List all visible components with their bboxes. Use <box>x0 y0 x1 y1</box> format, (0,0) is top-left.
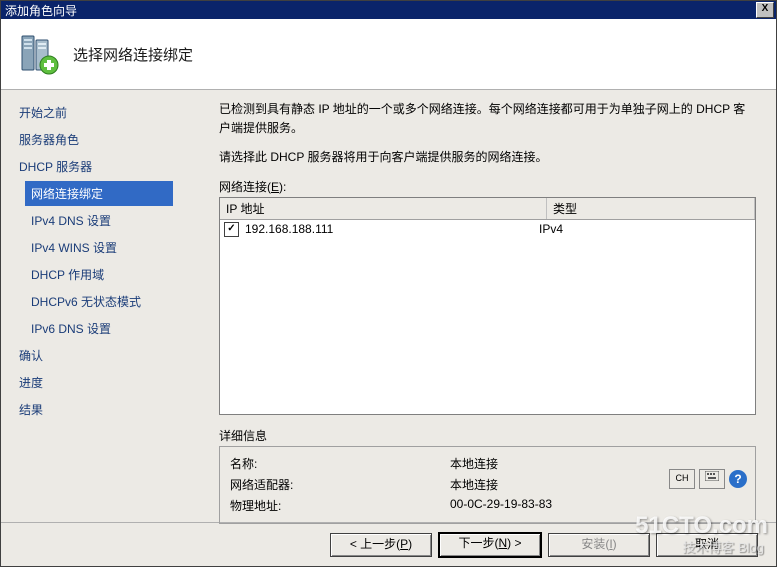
page-title: 选择网络连接绑定 <box>73 44 193 65</box>
details-key: 名称: <box>230 455 450 472</box>
details-row: 网络适配器:本地连接 <box>230 476 745 493</box>
wizard-footer: < 上一步(P) 下一步(N) > 安装(I) 取消 <box>1 522 776 567</box>
ime-keyboard-icon[interactable] <box>699 469 725 489</box>
sidebar-step[interactable]: IPv6 DNS 设置 <box>25 316 173 341</box>
cancel-button[interactable]: 取消 <box>656 533 758 557</box>
details-row: 名称:本地连接 <box>230 455 745 472</box>
steps-sidebar: 开始之前服务器角色DHCP 服务器网络连接绑定IPv4 DNS 设置IPv4 W… <box>1 90 189 522</box>
sidebar-step[interactable]: 确认 <box>13 343 173 368</box>
ime-language-button[interactable]: CH <box>669 469 695 489</box>
wizard-header: 选择网络连接绑定 <box>1 19 776 90</box>
column-ip[interactable]: IP 地址 <box>220 198 547 219</box>
description-1: 已检测到具有静态 IP 地址的一个或多个网络连接。每个网络连接都可用于为单独子网… <box>219 100 756 138</box>
details-toolbar: CH ? <box>669 469 747 489</box>
close-button[interactable]: X <box>756 2 774 18</box>
previous-button[interactable]: < 上一步(P) <box>330 533 432 557</box>
server-role-icon <box>15 31 61 77</box>
row-checkbox[interactable]: ✓ <box>224 222 239 237</box>
sidebar-step[interactable]: 进度 <box>13 370 173 395</box>
row-ip: 192.168.188.111 <box>245 222 539 236</box>
column-headers: IP 地址 类型 <box>220 198 755 220</box>
connection-row[interactable]: ✓ 192.168.188.111IPv4 <box>220 220 755 239</box>
wizard-window: 添加角色向导 X 选择网络连接绑定 开始之前服务器角色DHCP 服务器网络连接绑… <box>0 0 777 567</box>
titlebar: 添加角色向导 X <box>1 1 776 19</box>
details-value: 00-0C-29-19-83-83 <box>450 497 745 514</box>
wizard-body: 开始之前服务器角色DHCP 服务器网络连接绑定IPv4 DNS 设置IPv4 W… <box>1 90 776 522</box>
details-key: 物理地址: <box>230 497 450 514</box>
details-box: 名称:本地连接网络适配器:本地连接物理地址:00-0C-29-19-83-83 … <box>219 446 756 524</box>
sidebar-step[interactable]: 开始之前 <box>13 100 173 125</box>
window-title: 添加角色向导 <box>5 2 77 19</box>
details-row: 物理地址:00-0C-29-19-83-83 <box>230 497 745 514</box>
sidebar-step[interactable]: IPv4 WINS 设置 <box>25 235 173 260</box>
connections-list[interactable]: IP 地址 类型 ✓ 192.168.188.111IPv4 <box>219 197 756 415</box>
column-type[interactable]: 类型 <box>547 198 755 219</box>
install-button: 安装(I) <box>548 533 650 557</box>
sidebar-step[interactable]: 服务器角色 <box>13 127 173 152</box>
help-icon[interactable]: ? <box>729 470 747 488</box>
list-rows: ✓ 192.168.188.111IPv4 <box>220 220 755 416</box>
next-button[interactable]: 下一步(N) > <box>438 532 542 558</box>
sidebar-step[interactable]: IPv4 DNS 设置 <box>25 208 173 233</box>
description-2: 请选择此 DHCP 服务器将用于向客户端提供服务的网络连接。 <box>219 148 756 167</box>
connections-label: 网络连接(E): <box>219 178 756 195</box>
details-key: 网络适配器: <box>230 476 450 493</box>
sidebar-step[interactable]: DHCPv6 无状态模式 <box>25 289 173 314</box>
main-panel: 已检测到具有静态 IP 地址的一个或多个网络连接。每个网络连接都可用于为单独子网… <box>189 90 776 522</box>
sidebar-step[interactable]: 结果 <box>13 397 173 422</box>
sidebar-step[interactable]: 网络连接绑定 <box>25 181 173 206</box>
sidebar-step[interactable]: DHCP 服务器 <box>13 154 173 179</box>
details-label: 详细信息 <box>219 427 756 444</box>
row-type: IPv4 <box>539 222 751 236</box>
sidebar-step[interactable]: DHCP 作用域 <box>25 262 173 287</box>
